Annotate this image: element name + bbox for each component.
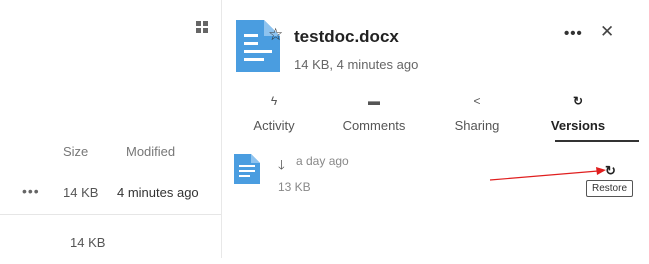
- details-sidebar: ☆ testdoc.docx 14 KB, 4 minutes ago ••• …: [222, 0, 649, 258]
- tab-label: Versions: [550, 118, 606, 133]
- file-size: 14 KB: [70, 235, 106, 250]
- version-timestamp: a day ago: [296, 154, 349, 168]
- column-header-modified[interactable]: Modified: [126, 144, 175, 159]
- restore-icon: ↻: [572, 94, 584, 108]
- grid-view-icon[interactable]: [196, 21, 208, 33]
- file-row[interactable]: 14 KB: [0, 220, 221, 264]
- tab-sharing[interactable]: < Sharing: [432, 94, 522, 133]
- tab-label: Activity: [253, 118, 295, 133]
- tab-versions[interactable]: ↻ Versions: [533, 94, 623, 133]
- comment-icon: ▬: [368, 94, 380, 108]
- close-sidebar-button[interactable]: ✕: [600, 22, 614, 42]
- file-row[interactable]: ••• 14 KB 4 minutes ago: [0, 170, 221, 215]
- file-size: 14 KB: [63, 185, 99, 200]
- tab-activity[interactable]: ϟ Activity: [229, 94, 319, 133]
- active-tab-indicator: [555, 140, 639, 142]
- tab-label: Comments: [342, 118, 406, 133]
- annotation-arrow: [489, 167, 606, 181]
- file-title: testdoc.docx: [294, 27, 399, 46]
- file-list-pane: Size Modified ••• 14 KB 4 minutes ago 14…: [0, 0, 221, 258]
- document-icon: [234, 154, 260, 184]
- tab-comments[interactable]: ▬ Comments: [329, 94, 419, 133]
- row-actions-menu[interactable]: •••: [22, 183, 40, 199]
- file-meta: 14 KB, 4 minutes ago: [294, 57, 419, 72]
- favorite-star-icon[interactable]: ☆: [268, 25, 283, 45]
- version-size: 13 KB: [278, 180, 311, 194]
- more-actions-button[interactable]: •••: [564, 25, 583, 42]
- column-header-size[interactable]: Size: [63, 144, 88, 159]
- tab-label: Sharing: [454, 118, 500, 133]
- share-icon: <: [473, 94, 481, 108]
- lightning-icon: ϟ: [270, 94, 278, 108]
- download-icon[interactable]: 🡓: [278, 156, 285, 178]
- file-modified: 4 minutes ago: [117, 185, 199, 200]
